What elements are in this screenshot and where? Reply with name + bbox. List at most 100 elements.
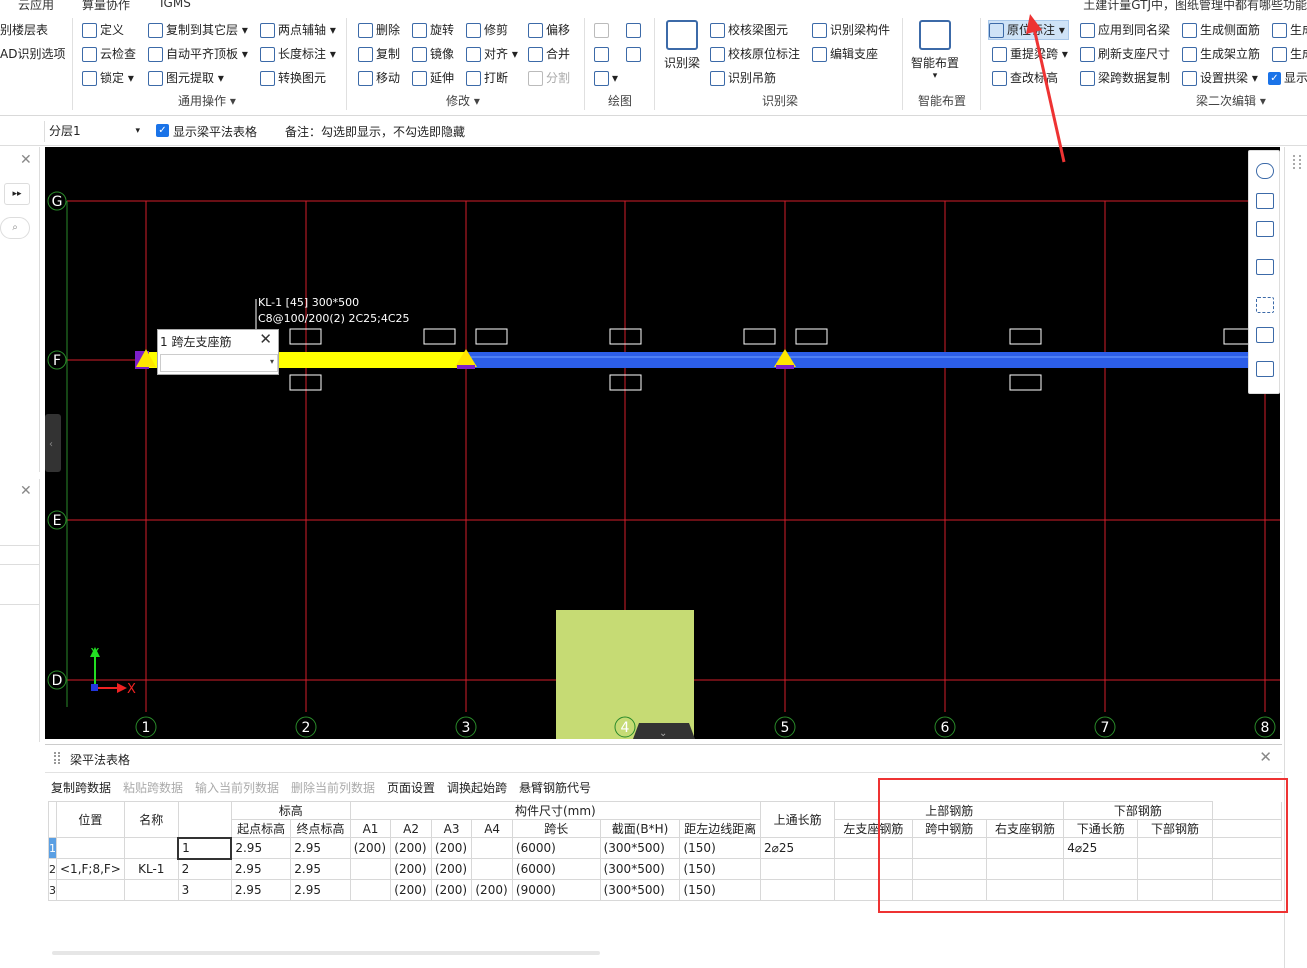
table-cell-a2[interactable]: (200) bbox=[390, 837, 432, 859]
table-cell-sec[interactable]: (300*500) bbox=[599, 879, 681, 901]
annotation-box[interactable] bbox=[423, 328, 456, 345]
copy-to-floor-button[interactable]: 复制到其它层 ▾ bbox=[148, 20, 248, 40]
lock-button[interactable]: 锁定 ▾ bbox=[82, 68, 134, 88]
check-beam-button[interactable]: 校核梁图元 bbox=[710, 20, 788, 40]
delete-column-link[interactable]: 删除当前列数据 bbox=[291, 779, 375, 796]
close-icon[interactable]: ✕ bbox=[20, 483, 32, 499]
popup-input[interactable]: ▾ bbox=[160, 354, 278, 372]
draw-arc-button[interactable]: ▾ bbox=[594, 68, 618, 88]
break-button[interactable]: 打断 bbox=[466, 68, 508, 88]
table-cell-pos[interactable] bbox=[56, 837, 125, 859]
set-arch-beam-button[interactable]: 设置拱梁 ▾ bbox=[1182, 68, 1258, 88]
close-icon[interactable]: ✕ bbox=[20, 152, 32, 168]
beam-span-2-3[interactable] bbox=[466, 352, 1256, 368]
table-cell-a2[interactable]: (200) bbox=[390, 879, 432, 901]
table-cell-a1[interactable] bbox=[349, 858, 392, 880]
align-button[interactable]: 对齐 ▾ bbox=[466, 44, 518, 64]
drag-handle-icon[interactable] bbox=[54, 752, 60, 764]
table-cell-name[interactable]: KL-1 bbox=[123, 858, 179, 880]
gen-extra-button-1[interactable]: 生成 bbox=[1272, 20, 1307, 40]
table-cell-top_long[interactable] bbox=[759, 858, 836, 880]
component-icon[interactable] bbox=[1256, 327, 1274, 343]
draw-circle-button[interactable] bbox=[626, 20, 644, 40]
tab-collab[interactable]: 算量协作 bbox=[82, 0, 130, 12]
table-cell-a4[interactable] bbox=[471, 837, 513, 859]
close-icon[interactable]: ✕ bbox=[259, 330, 272, 348]
table-cell-a1[interactable]: (200) bbox=[349, 837, 392, 859]
smart-layout-button[interactable]: 智能布置 ▾ bbox=[908, 20, 962, 81]
table-cell-span[interactable]: 1 bbox=[177, 836, 233, 860]
table-cell-end[interactable]: 2.95 bbox=[290, 879, 351, 901]
mirror-button[interactable]: 镜像 bbox=[412, 44, 454, 64]
horizontal-scrollbar[interactable] bbox=[52, 951, 600, 955]
table-cell-start[interactable]: 2.95 bbox=[230, 837, 292, 859]
table-cell-end[interactable]: 2.95 bbox=[290, 837, 351, 859]
header-span-no[interactable]: 跨号 bbox=[177, 801, 232, 838]
table-cell-sec[interactable]: (300*500) bbox=[599, 837, 681, 859]
apply-same-beam-button[interactable]: 应用到同名梁 bbox=[1080, 20, 1170, 40]
extend-button[interactable]: 延伸 bbox=[412, 68, 454, 88]
move-button[interactable]: 移动 bbox=[358, 68, 400, 88]
edit-elevation-button[interactable]: 查改标高 bbox=[992, 68, 1058, 88]
copy-span-data-link[interactable]: 复制跨数据 bbox=[51, 779, 111, 796]
recognize-hanger-button[interactable]: 识别吊筋 bbox=[710, 68, 776, 88]
length-dim-button[interactable]: 长度标注 ▾ bbox=[260, 44, 336, 64]
check-annotation-button[interactable]: 校核原位标注 bbox=[710, 44, 800, 64]
gen-stand-bar-button[interactable]: 生成架立筋 bbox=[1182, 44, 1260, 64]
input-column-link[interactable]: 输入当前列数据 bbox=[195, 779, 279, 796]
trim-button[interactable]: 修剪 bbox=[466, 20, 508, 40]
rotate-button[interactable]: 旋转 bbox=[412, 20, 454, 40]
display-toggle[interactable]: ✓ 显示 bbox=[1268, 68, 1307, 88]
chevron-down-icon[interactable]: ▾ bbox=[270, 357, 274, 366]
paste-span-data-link[interactable]: 粘贴跨数据 bbox=[123, 779, 183, 796]
table-cell-span[interactable]: 3 bbox=[177, 879, 232, 901]
tab-igms[interactable]: IGMS bbox=[160, 0, 191, 10]
list-settings-icon[interactable] bbox=[1256, 361, 1274, 377]
auto-align-button[interactable]: 自动平齐顶板 ▾ bbox=[148, 44, 248, 64]
3d-view-icon[interactable] bbox=[1256, 193, 1274, 209]
show-table-checkbox[interactable]: ✓ bbox=[156, 124, 169, 137]
annotation-box[interactable] bbox=[1009, 328, 1042, 345]
table-cell-len[interactable]: (9000) bbox=[511, 879, 601, 901]
list-item[interactable] bbox=[0, 545, 40, 565]
draw-point-button[interactable] bbox=[594, 20, 612, 40]
cad-options-button[interactable]: AD识别选项 bbox=[0, 44, 65, 64]
gen-side-bar-button[interactable]: 生成侧面筋 bbox=[1182, 20, 1260, 40]
layer-dropdown[interactable]: 分层1 ▾ bbox=[44, 121, 144, 142]
table-cell-start[interactable]: 2.95 bbox=[230, 858, 292, 880]
table-cell-a1[interactable] bbox=[349, 879, 392, 901]
draw-rect-button[interactable] bbox=[626, 44, 644, 64]
box-view-icon[interactable] bbox=[1256, 259, 1274, 275]
drag-handle-icon[interactable] bbox=[1293, 155, 1301, 169]
cantilever-code-link[interactable]: 悬臂钢筋代号 bbox=[519, 779, 591, 796]
in-situ-annotation-button[interactable]: 原位标注 ▾ bbox=[988, 20, 1069, 40]
table-cell-name[interactable] bbox=[123, 879, 179, 901]
draw-line-button[interactable] bbox=[594, 44, 612, 64]
table-cell-dist[interactable]: (150) bbox=[679, 879, 761, 901]
fit-view-icon[interactable] bbox=[1256, 297, 1274, 313]
table-cell-end[interactable]: 2.95 bbox=[290, 858, 351, 880]
annotation-box[interactable] bbox=[743, 328, 776, 345]
table-cell-name[interactable] bbox=[123, 837, 179, 859]
refresh-support-button[interactable]: 刷新支座尺寸 bbox=[1080, 44, 1170, 64]
floor-table-button[interactable]: 别楼层表 bbox=[0, 20, 48, 40]
annotation-box[interactable] bbox=[795, 328, 828, 345]
left-collapse-tab[interactable] bbox=[45, 414, 61, 472]
drawing-canvas[interactable]: KL-1 [45] 300*500 C8@100/200(2) 2C25;4C2… bbox=[45, 147, 1280, 739]
expand-button[interactable]: ▸▸ bbox=[4, 183, 30, 205]
table-cell-pos[interactable] bbox=[56, 879, 125, 901]
list-item[interactable] bbox=[0, 585, 40, 605]
copy-button[interactable]: 复制 bbox=[358, 44, 400, 64]
cloud-check-button[interactable]: 云检查 bbox=[82, 44, 136, 64]
delete-button[interactable]: 删除 bbox=[358, 20, 400, 40]
copy-span-data-button[interactable]: 梁跨数据复制 bbox=[1080, 68, 1170, 88]
annotation-box[interactable] bbox=[475, 328, 508, 345]
split-button[interactable]: 分割 bbox=[528, 68, 570, 88]
table-cell-a4[interactable] bbox=[471, 858, 513, 880]
two-point-axis-button[interactable]: 两点辅轴 ▾ bbox=[260, 20, 336, 40]
cube-icon[interactable] bbox=[1256, 221, 1274, 237]
close-icon[interactable]: ✕ bbox=[1259, 748, 1272, 766]
annotation-box[interactable] bbox=[1009, 374, 1042, 391]
orbit-icon[interactable] bbox=[1256, 163, 1274, 179]
table-cell-top_long[interactable] bbox=[759, 879, 836, 901]
